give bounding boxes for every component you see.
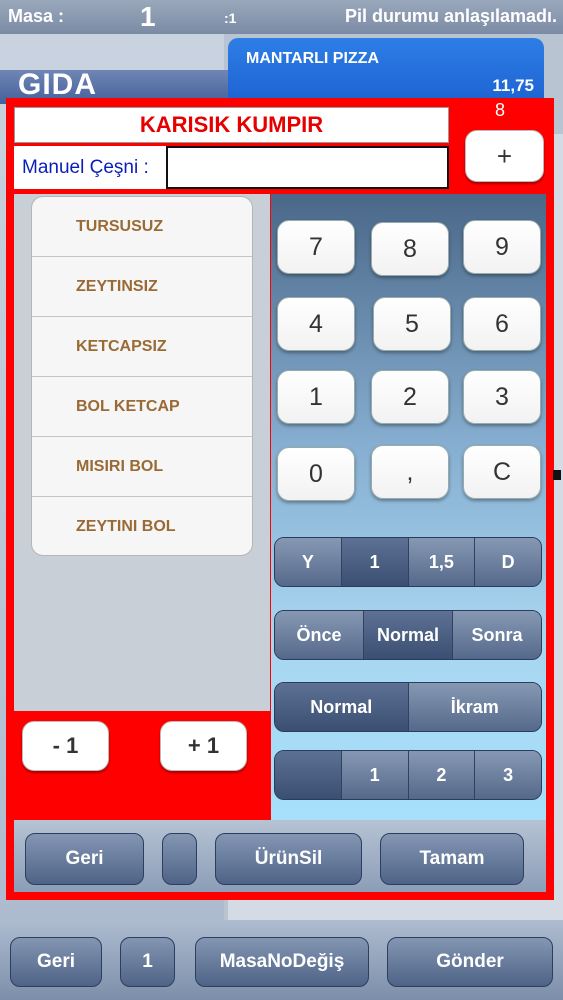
order-item-name: MANTARLI PIZZA (246, 50, 380, 67)
status-bar: Masa : 1 :1 Pil durumu anlaşılamadı. (0, 0, 563, 34)
seat-number: :1 (224, 10, 237, 26)
keypad-key-8[interactable]: 8 (371, 222, 449, 276)
table-number: 1 (140, 1, 156, 32)
type-segment-normal[interactable]: Normal (275, 683, 409, 731)
modal-back-button[interactable]: Geri (25, 833, 144, 885)
delete-product-button[interactable]: ÜrünSil (215, 833, 362, 885)
plus-button[interactable]: + (465, 130, 544, 182)
scroll-handle[interactable] (553, 470, 561, 480)
list-item[interactable]: TURSUSUZ (32, 197, 252, 257)
keypad-key-3[interactable]: 3 (463, 370, 541, 424)
timing-segment-normal[interactable]: Normal (364, 611, 453, 659)
portion-segment-d[interactable]: D (475, 538, 541, 586)
minus-one-button[interactable]: - 1 (22, 721, 109, 771)
portion-segment-1[interactable]: 1 (341, 538, 409, 586)
product-title: KARISIK KUMPIR (14, 107, 449, 143)
keypad-key-clear[interactable]: C (463, 445, 541, 499)
modal-blank-button[interactable] (162, 833, 197, 885)
keypad-key-7[interactable]: 7 (277, 220, 355, 274)
portion-segmented-control: Y 1 1,5 D (274, 537, 542, 587)
change-table-button[interactable]: MasaNoDeğiş (195, 937, 369, 987)
keypad-key-6[interactable]: 6 (463, 297, 541, 351)
portion-segment-y[interactable]: Y (275, 538, 342, 586)
keypad-key-1[interactable]: 1 (277, 370, 355, 424)
list-item[interactable]: MISIRI BOL (32, 437, 252, 497)
type-segmented-control: Normal İkram (274, 682, 542, 732)
course-segment-none[interactable] (275, 751, 342, 799)
keypad-key-0[interactable]: 0 (277, 447, 355, 501)
timing-segment-after[interactable]: Sonra (453, 611, 541, 659)
bottom-toolbar: Geri 1 MasaNoDeğiş Gönder (0, 920, 563, 1000)
timing-segmented-control: Önce Normal Sonra (274, 610, 542, 660)
back-button[interactable]: Geri (10, 937, 102, 987)
order-item-price: 11,75 (492, 76, 534, 95)
list-item[interactable]: ZEYTINSIZ (32, 257, 252, 317)
ok-button[interactable]: Tamam (380, 833, 524, 885)
timing-segment-before[interactable]: Önce (275, 611, 364, 659)
keypad-key-2[interactable]: 2 (371, 370, 449, 424)
number-button[interactable]: 1 (120, 937, 175, 987)
battery-status: Pil durumu anlaşılamadı. (344, 6, 557, 26)
course-segment-2[interactable]: 2 (408, 751, 476, 799)
keypad-key-comma[interactable]: , (371, 445, 449, 499)
keypad-key-5[interactable]: 5 (373, 297, 451, 351)
quantity-count: 8 (494, 100, 505, 120)
list-item[interactable]: KETCAPSIZ (32, 317, 252, 377)
manual-seasoning-label: Manuel Çeşni : (14, 146, 166, 189)
options-list: TURSUSUZ ZEYTINSIZ KETCAPSIZ BOL KETCAP … (31, 196, 253, 556)
table-label: Masa : (8, 6, 65, 26)
course-segment-1[interactable]: 1 (341, 751, 409, 799)
type-segment-complimentary[interactable]: İkram (408, 683, 541, 731)
portion-segment-1-5[interactable]: 1,5 (408, 538, 476, 586)
keypad-key-4[interactable]: 4 (277, 297, 355, 351)
plus-one-button[interactable]: + 1 (160, 721, 247, 771)
category-title: GIDA (18, 68, 97, 101)
send-button[interactable]: Gönder (387, 937, 553, 987)
keypad-key-9[interactable]: 9 (463, 220, 541, 274)
course-segment-3[interactable]: 3 (475, 751, 541, 799)
list-item[interactable]: ZEYTINI BOL (32, 497, 252, 555)
manual-seasoning-input[interactable] (166, 146, 449, 189)
course-segmented-control: 1 2 3 (274, 750, 542, 800)
list-item[interactable]: BOL KETCAP (32, 377, 252, 437)
